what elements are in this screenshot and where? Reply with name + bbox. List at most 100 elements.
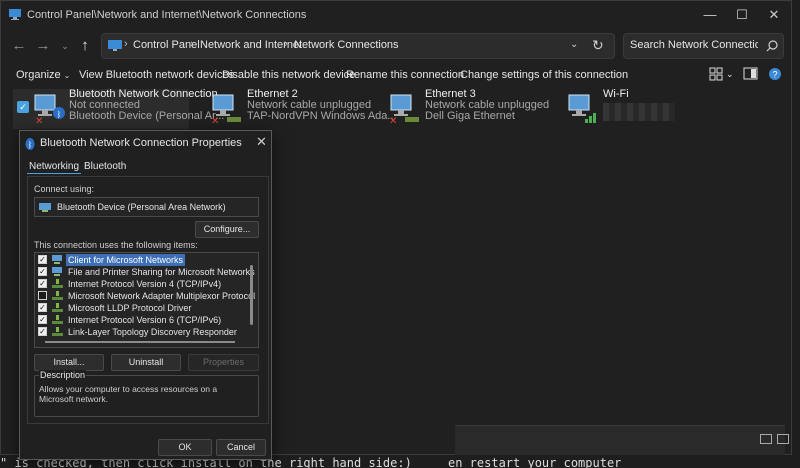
item-checkbox[interactable]: ✓ (38, 255, 47, 264)
connection-wifi[interactable]: Wi-Fi (565, 89, 715, 129)
svg-text:ᛒ: ᛒ (28, 141, 33, 150)
view-bluetooth-devices-button[interactable]: View Bluetooth network devices (79, 69, 234, 81)
chevron-down-icon: ⌄ (63, 71, 71, 80)
ethernet-network-icon: ✕ (389, 94, 419, 125)
view-options-icon[interactable] (709, 67, 725, 81)
breadcrumb-network-connections[interactable]: Network Connections (294, 39, 399, 51)
view-dropdown-icon[interactable]: ⌄ (726, 69, 734, 80)
description-group: Description Allows your computer to acce… (34, 370, 259, 417)
window-title: Control Panel\Network and Internet\Netwo… (27, 9, 307, 21)
item-label: Internet Protocol Version 6 (TCP/IPv6) (68, 315, 222, 325)
description-heading: Description (39, 370, 87, 380)
search-input[interactable] (630, 39, 758, 51)
list-item[interactable]: ✓ Internet Protocol Version 6 (TCP/IPv6) (37, 314, 245, 326)
item-label: Client for Microsoft Networks (66, 254, 186, 266)
uninstall-button[interactable]: Uninstall (111, 354, 181, 371)
search-icon[interactable] (766, 40, 778, 52)
selected-checkbox-icon[interactable]: ✓ (17, 101, 29, 113)
list-item[interactable]: ✓ Client for Microsoft Networks (37, 254, 245, 266)
item-checkbox[interactable] (38, 291, 47, 300)
up-arrow-icon[interactable]: ↑ (75, 36, 95, 56)
connection-bluetooth[interactable]: ✓ ✕ ᛒ Bluetooth Network Connection Not c… (13, 89, 224, 129)
item-checkbox[interactable]: ✓ (38, 315, 47, 324)
organize-menu[interactable]: Organize ⌄ (16, 69, 70, 81)
wifi-network-icon (568, 94, 596, 123)
description-text: Allows your computer to access resources… (39, 384, 218, 404)
horizontal-scrollbar[interactable] (45, 341, 235, 343)
minimize-button[interactable]: — (695, 5, 725, 25)
items-label: This connection uses the following items… (34, 240, 198, 250)
panel-icon (777, 434, 789, 444)
panel-icon (760, 434, 772, 444)
control-panel-icon (108, 40, 122, 51)
network-adapter-icon (39, 203, 51, 212)
item-checkbox[interactable]: ✓ (38, 279, 47, 288)
tab-bluetooth[interactable]: Bluetooth (82, 161, 128, 172)
recent-locations-chevron-icon[interactable]: ⌄ (55, 36, 75, 56)
connection-ethernet-3[interactable]: ✕ Ethernet 3 Network cable unplugged Del… (387, 89, 557, 129)
item-label: Microsoft LLDP Protocol Driver (68, 303, 192, 313)
cancel-button[interactable]: Cancel (216, 439, 266, 456)
refresh-icon[interactable]: ↻ (592, 37, 604, 54)
svg-text:✕: ✕ (389, 116, 397, 125)
vertical-scrollbar[interactable] (250, 265, 253, 325)
connection-ethernet-2[interactable]: ✕ Ethernet 2 Network cable unplugged TAP… (209, 89, 397, 129)
item-label: Internet Protocol Version 4 (TCP/IPv4) (68, 279, 222, 289)
bluetooth-network-icon: ✕ ᛒ (34, 94, 65, 125)
search-box[interactable] (623, 33, 784, 59)
close-window-button[interactable]: ✕ (759, 5, 789, 25)
list-item[interactable]: ✓ File and Printer Sharing for Microsoft… (37, 266, 255, 278)
network-protocol-icon (52, 315, 63, 324)
network-client-icon (52, 255, 62, 264)
tab-networking[interactable]: Networking (27, 161, 82, 174)
svg-text:?: ? (772, 70, 777, 80)
control-panel-icon (9, 9, 21, 20)
network-service-icon (52, 267, 62, 276)
address-dropdown-icon[interactable]: ⌄ (570, 39, 578, 50)
help-icon[interactable]: ? (768, 67, 784, 81)
back-arrow-icon[interactable]: ← (9, 36, 29, 56)
properties-dialog: ᛒ Bluetooth Network Connection Propertie… (19, 130, 272, 460)
close-icon[interactable]: ✕ (256, 134, 267, 150)
items-list[interactable]: ✓ Client for Microsoft Networks ✓ File a… (34, 252, 259, 348)
connection-device: Dell Giga Ethernet (425, 110, 515, 122)
properties-button[interactable]: Properties (188, 354, 259, 371)
install-button[interactable]: Install... (34, 354, 104, 371)
dialog-title: Bluetooth Network Connection Properties (40, 137, 242, 149)
command-bar: Organize ⌄ View Bluetooth network devices… (1, 65, 791, 87)
network-protocol-icon (52, 327, 63, 336)
maximize-button[interactable]: ☐ (727, 5, 757, 25)
network-protocol-icon (52, 279, 63, 288)
configure-button[interactable]: Configure... (195, 221, 259, 238)
list-item[interactable]: ✓ Internet Protocol Version 4 (TCP/IPv4) (37, 278, 245, 290)
list-item[interactable]: Microsoft Network Adapter Multiplexor Pr… (37, 290, 255, 302)
item-label: Microsoft Network Adapter Multiplexor Pr… (68, 291, 256, 301)
address-bar-row: ← → ⌄ ↑ › Control Panel › Network and In… (1, 31, 791, 61)
svg-text:✕: ✕ (211, 116, 219, 125)
networking-panel: Connect using: Bluetooth Device (Persona… (27, 176, 269, 424)
disable-device-button[interactable]: Disable this network device (222, 69, 355, 81)
list-item[interactable]: ✓ Link-Layer Topology Discovery Responde… (37, 326, 245, 338)
network-protocol-icon (52, 303, 63, 312)
item-checkbox[interactable]: ✓ (38, 303, 47, 312)
list-item[interactable]: ✓ Microsoft LLDP Protocol Driver (37, 302, 245, 314)
forward-arrow-icon[interactable]: → (33, 36, 53, 56)
breadcrumb-separator: › (284, 38, 288, 50)
background-editor-right (792, 0, 800, 468)
ok-button[interactable]: OK (158, 439, 212, 456)
address-bar[interactable]: › Control Panel › Network and Internet ›… (101, 33, 615, 59)
preview-pane-icon[interactable] (743, 67, 759, 81)
background-panel (455, 425, 789, 455)
rename-connection-button[interactable]: Rename this connection (346, 69, 464, 81)
change-settings-button[interactable]: Change settings of this connection (460, 69, 628, 81)
blurred-network-name (603, 103, 675, 121)
item-checkbox[interactable]: ✓ (38, 267, 47, 276)
item-label: Link-Layer Topology Discovery Responder (68, 327, 237, 337)
ethernet-network-icon: ✕ (211, 94, 241, 125)
network-protocol-icon (52, 291, 63, 300)
breadcrumb-separator: › (190, 38, 194, 50)
item-checkbox[interactable]: ✓ (38, 327, 47, 336)
item-label: File and Printer Sharing for Microsoft N… (68, 267, 255, 277)
connection-device: TAP-NordVPN Windows Ada... (247, 110, 397, 122)
connection-name: Wi-Fi (603, 88, 629, 100)
